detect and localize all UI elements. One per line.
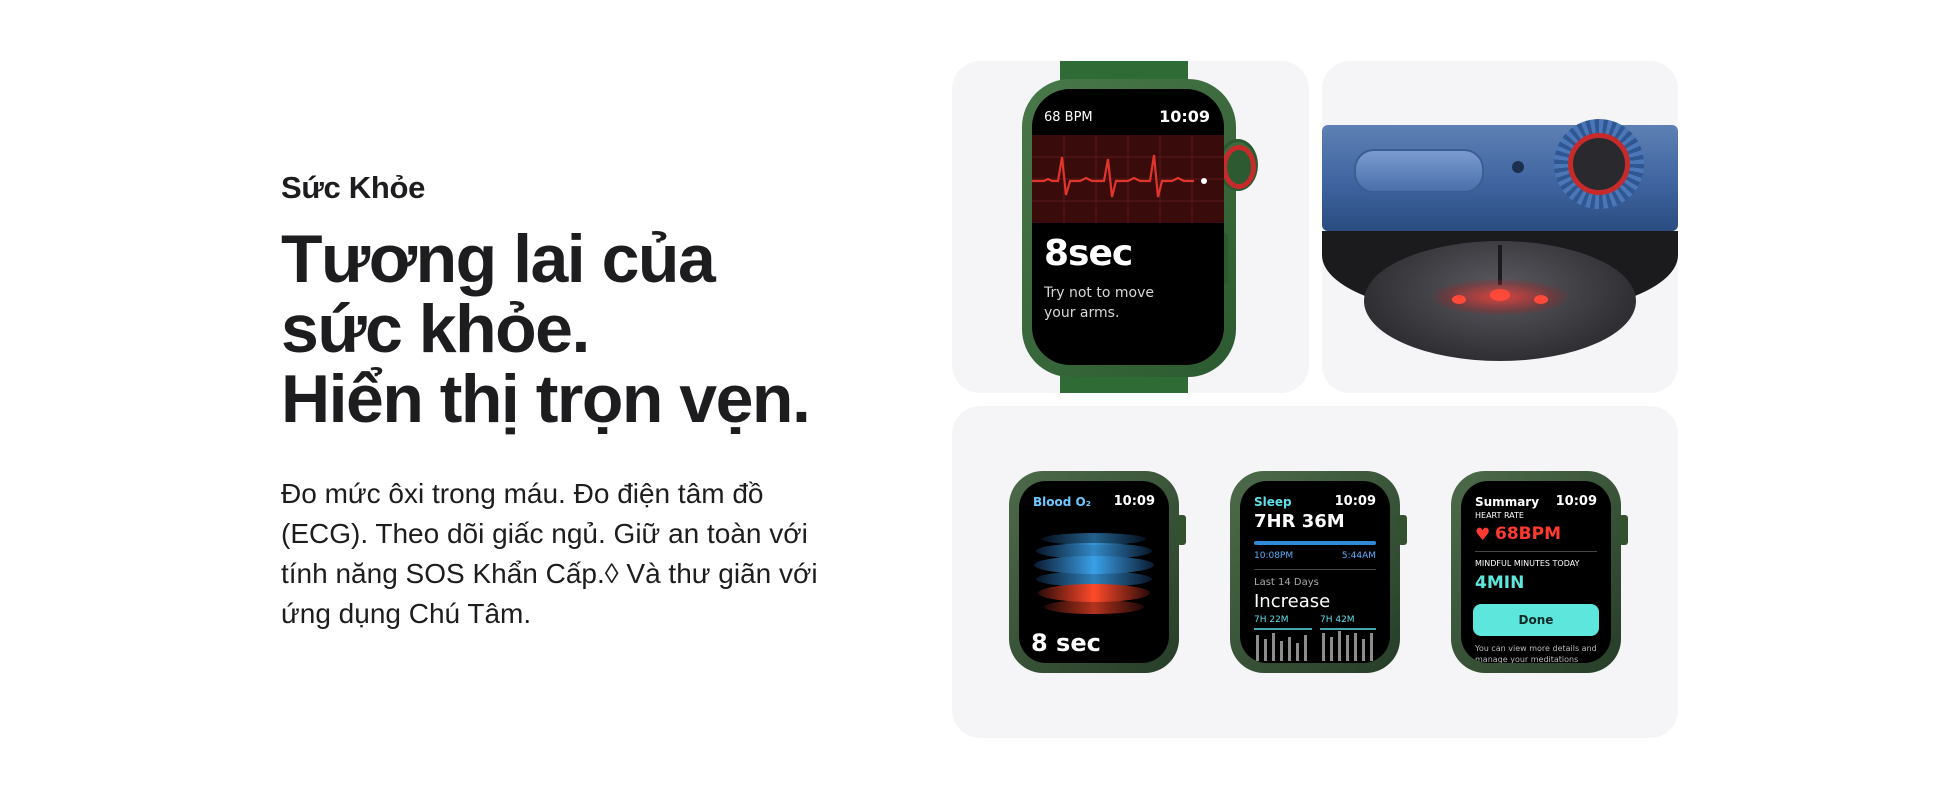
digital-crown	[1619, 515, 1628, 545]
blood-oxygen-screen: Blood O₂ 10:09 8 sec	[1019, 481, 1169, 663]
sleep-start: 10:08PM	[1254, 551, 1294, 561]
section-body: Đo mức ôxi trong máu. Đo điện tâm đồ (EC…	[281, 478, 818, 629]
divider	[1475, 551, 1597, 552]
sensor-closeup-tile	[1322, 61, 1678, 393]
section-eyebrow: Sức Khỏe	[281, 170, 426, 205]
sleep-avg-left: 7H 22M	[1254, 615, 1289, 625]
watch-time: 10:09	[1159, 107, 1210, 126]
headline-line-2: sức khỏe.	[281, 291, 590, 367]
sensor-led-icon	[1452, 295, 1466, 304]
summary-footer: You can view more details and manage you…	[1475, 644, 1597, 663]
microphone-hole-icon	[1512, 161, 1524, 173]
divider	[1254, 569, 1376, 570]
sensor-led-icon	[1534, 295, 1548, 304]
sleep-screen: Sleep 10:09 7HR 36M 10:08PM 5:44AM Last …	[1240, 481, 1390, 663]
blood-oxygen-animation	[1034, 533, 1154, 614]
headline-line-3: Hiển thị trọn vẹn.	[281, 361, 811, 437]
digital-crown-red-ring	[1222, 145, 1256, 189]
summary-watch: Summary 10:09 HEART RATE ♥ 68BPM MINDFUL…	[1451, 471, 1628, 673]
watch-time: 10:09	[1113, 494, 1155, 509]
sleep-period: Last 14 Days	[1254, 577, 1319, 588]
heart-rate-value: 68BPM	[1495, 524, 1561, 544]
app-title: Blood O₂	[1033, 495, 1091, 509]
ecg-watch-tile: 68 BPM 10:09 8sec Try not to move your a…	[952, 61, 1309, 393]
ecg-hint-line-2: your arms.	[1044, 305, 1120, 321]
digital-crown	[1398, 515, 1407, 545]
sleep-watch: Sleep 10:09 7HR 36M 10:08PM 5:44AM Last …	[1230, 471, 1407, 673]
blood-oxygen-watch: Blood O₂ 10:09 8 sec	[1009, 471, 1186, 673]
mindful-value: 4MIN	[1475, 573, 1525, 593]
sleep-avg-right: 7H 42M	[1320, 615, 1355, 625]
watch-time: 10:09	[1334, 494, 1376, 509]
ecg-hint-line-1: Try not to move	[1044, 285, 1154, 301]
sleep-trend: Increase	[1254, 591, 1331, 612]
ecg-seconds: 8sec	[1044, 233, 1133, 274]
sleep-history-bars	[1254, 628, 1376, 661]
summary-screen: Summary 10:09 HEART RATE ♥ 68BPM MINDFUL…	[1461, 481, 1611, 663]
apps-watches-tile: Blood O₂ 10:09 8 sec Sleep 10:09 7HR 36M…	[952, 406, 1678, 738]
health-text-block: Sức Khỏe Tương lai của sức khỏe. Hiển th…	[281, 170, 841, 634]
sleep-duration: 7HR 36M	[1254, 511, 1345, 532]
heart-rate-label: HEART RATE	[1475, 511, 1524, 520]
sleep-range-bar	[1254, 541, 1376, 545]
side-button	[1354, 149, 1484, 193]
blood-oxygen-seconds: 8 sec	[1031, 629, 1101, 657]
bpm-readout: 68 BPM	[1044, 110, 1093, 125]
ecg-waveform	[1032, 135, 1224, 223]
section-headline: Tương lai của sức khỏe. Hiển thị trọn vẹ…	[281, 224, 841, 434]
done-button[interactable]: Done	[1473, 604, 1599, 636]
sleep-end: 5:44AM	[1341, 551, 1376, 561]
watch-time: 10:09	[1555, 494, 1597, 509]
ecg-watch-screen: 68 BPM 10:09 8sec Try not to move your a…	[1032, 89, 1224, 365]
app-title: Sleep	[1254, 495, 1292, 509]
digital-crown	[1177, 515, 1186, 545]
digital-crown-red-ring	[1568, 133, 1630, 195]
mindful-label: MINDFUL MINUTES TODAY	[1475, 559, 1580, 568]
heart-icon: ♥	[1475, 525, 1491, 545]
app-title: Summary	[1475, 495, 1540, 509]
sensor-led-icon	[1490, 289, 1510, 301]
headline-line-1: Tương lai của	[281, 221, 716, 297]
